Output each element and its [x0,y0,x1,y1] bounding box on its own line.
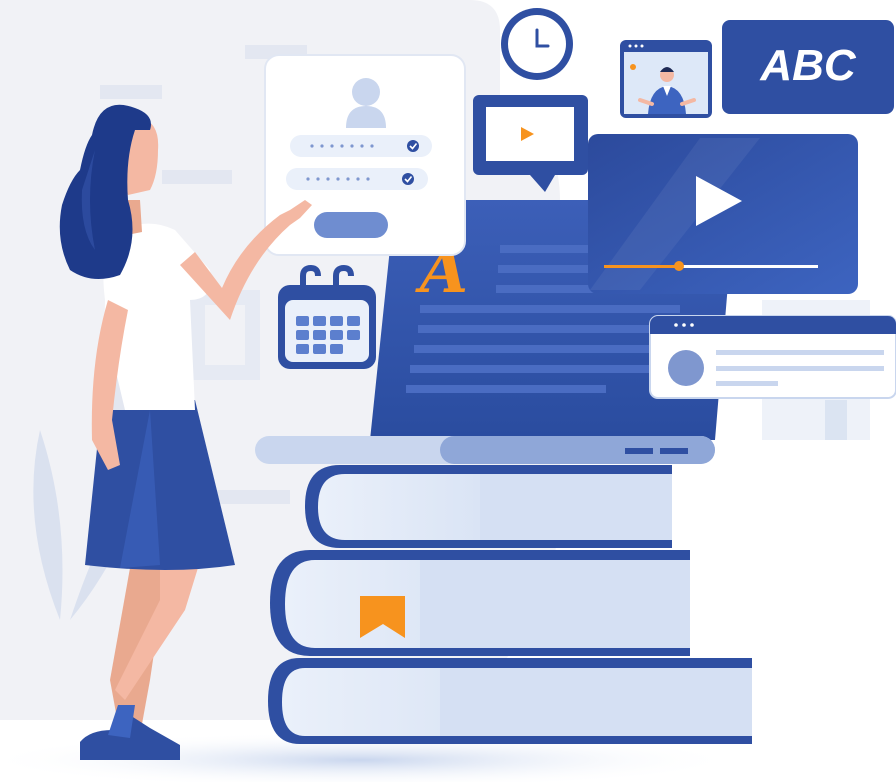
abc-label: ABC [759,41,857,90]
video-progress-fill [604,265,680,268]
login-card [264,54,466,256]
checkmark-icon [407,140,419,152]
e-learning-illustration: A ABC [0,0,896,782]
clock-icon [501,8,573,80]
checkmark-icon [402,173,414,185]
password-field [286,168,428,190]
username-field [290,135,432,157]
avatar [668,350,704,386]
video-progress-handle [674,261,684,271]
book-bottom [268,658,752,744]
login-button [314,212,388,238]
video-player [588,134,858,294]
book-middle [270,550,690,656]
book-top [305,465,672,548]
abc-card: ABC [722,20,894,114]
book-stack [268,465,752,744]
video-call-card [620,40,712,118]
